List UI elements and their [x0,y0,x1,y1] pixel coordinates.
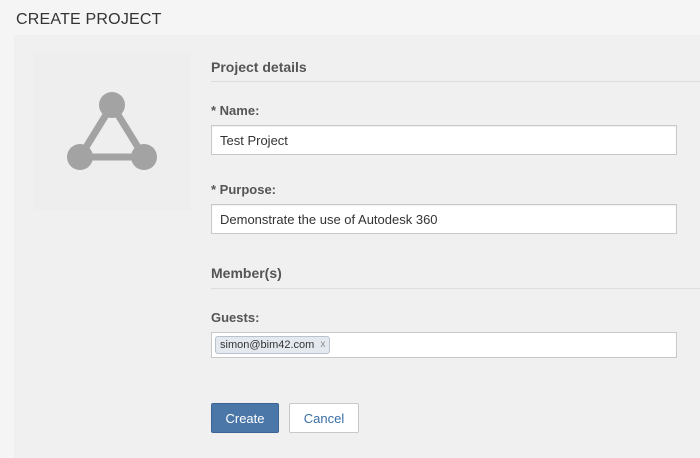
page-title: CREATE PROJECT [16,11,162,28]
members-heading: Member(s) [211,265,282,281]
create-project-page: CREATE PROJECT Project details * Name: *… [0,0,700,458]
purpose-input[interactable] [211,204,677,234]
name-input[interactable] [211,125,677,155]
project-details-heading: Project details [211,59,307,75]
guests-label: Guests: [211,310,260,325]
guest-tag-email: simon@bim42.com [220,339,315,351]
cancel-button[interactable]: Cancel [289,403,359,433]
project-network-icon [67,92,157,170]
name-label: * Name: [211,103,260,118]
remove-guest-icon[interactable]: x [320,337,325,353]
purpose-label: * Purpose: [211,182,277,197]
project-logo [34,53,191,210]
section-divider [211,81,700,82]
section-divider [211,288,700,289]
create-button[interactable]: Create [211,403,279,433]
guest-tag: simon@bim42.com x [215,336,331,354]
guests-input[interactable]: simon@bim42.com x [211,332,677,358]
